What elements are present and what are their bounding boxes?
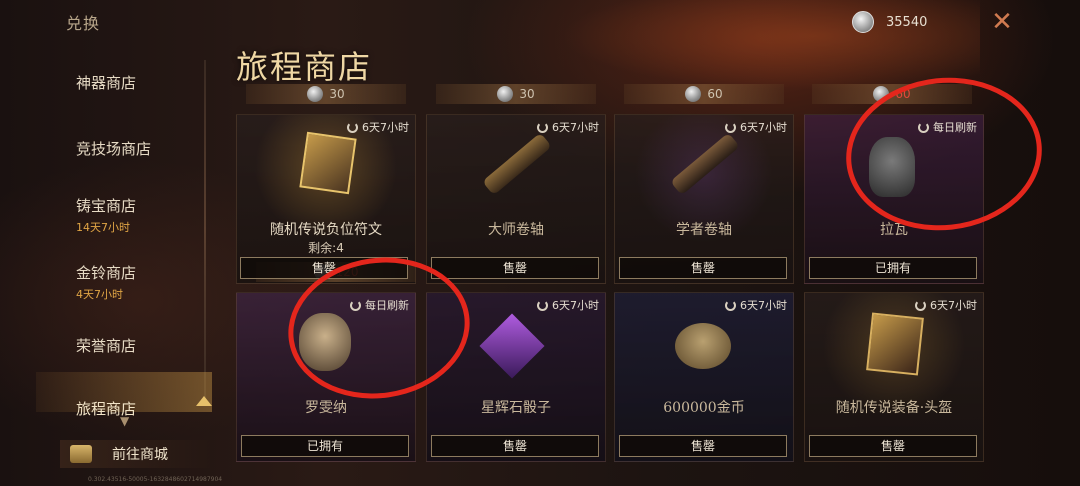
refresh-icon xyxy=(725,299,736,311)
close-icon[interactable]: ✕ xyxy=(990,9,1014,35)
silver-coin-icon xyxy=(307,86,324,102)
item-remaining: 剩余:4 xyxy=(308,241,344,255)
price-value: 30 xyxy=(519,87,535,101)
refresh-timer: 6天7小时 xyxy=(537,119,599,135)
timer-text: 6天7小时 xyxy=(362,121,409,134)
silver-coin-icon xyxy=(685,86,702,102)
sold-out-button[interactable]: 售罄 xyxy=(619,435,787,457)
item-name: 星辉石骰子 xyxy=(481,400,551,416)
refresh-timer: 6天7小时 xyxy=(915,297,977,313)
item-name: 600000金币 xyxy=(663,400,745,416)
sold-out-button[interactable]: 售罄 xyxy=(431,435,599,457)
refresh-icon xyxy=(537,299,548,311)
refresh-icon xyxy=(347,121,358,133)
item-name: 罗雯纳 xyxy=(305,400,347,416)
sidebar-item-timer: 14天7小时 xyxy=(76,221,130,234)
sidebar-item-timer: 4天7小时 xyxy=(76,288,123,301)
currency-value: 35540 xyxy=(886,14,928,30)
mall-icon xyxy=(70,445,92,463)
timer-text: 6天7小时 xyxy=(552,121,599,134)
item-name: 随机传说负位符文 xyxy=(270,222,382,238)
chevron-down-icon: ▼ xyxy=(120,414,130,428)
sidebar-item-label: 竞技场商店 xyxy=(76,140,152,158)
owned-button[interactable]: 已拥有 xyxy=(809,257,977,279)
refresh-timer: 6天7小时 xyxy=(725,297,787,313)
refresh-icon xyxy=(537,121,548,133)
item-name: 大师卷轴 xyxy=(488,222,544,238)
go-to-mall-button[interactable]: 前往商城 xyxy=(60,440,210,468)
price-tag: 30 xyxy=(246,84,406,104)
refresh-timer: 6天7小时 xyxy=(347,119,409,135)
silver-coin-icon xyxy=(497,86,514,102)
breadcrumb: 兑换 xyxy=(66,14,101,33)
sold-out-button[interactable]: 售罄 xyxy=(431,257,599,279)
price-tag: 30 xyxy=(436,84,596,104)
price-tag: 60 xyxy=(624,84,784,104)
price-value: 30 xyxy=(329,87,345,101)
refresh-timer: 6天7小时 xyxy=(537,297,599,313)
silver-coin-icon xyxy=(852,11,874,33)
price-value: 60 xyxy=(707,87,723,101)
sidebar-item-artifact-shop[interactable]: 神器商店 xyxy=(76,72,226,93)
mall-button-label: 前往商城 xyxy=(112,447,168,463)
sidebar-item-bell-shop[interactable]: 金铃商店 4天7小时 xyxy=(76,262,226,302)
top-bar: 兑换 35540 ✕ xyxy=(0,0,1080,42)
gold-coins-icon xyxy=(675,323,731,369)
shop-item-card[interactable]: 6天7小时 随机传说装备·头盔 售罄 xyxy=(804,292,984,462)
refresh-timer: 6天7小时 xyxy=(725,119,787,135)
active-indicator xyxy=(196,396,212,406)
version-text: 0.302.43516-50005-163284860271498​7904 xyxy=(88,476,223,483)
sidebar-item-label: 荣誉商店 xyxy=(76,337,137,355)
sidebar-item-arena-shop[interactable]: 竞技场商店 xyxy=(76,138,226,159)
owned-button[interactable]: 已拥有 xyxy=(241,435,409,457)
sold-out-button[interactable]: 售罄 xyxy=(809,435,977,457)
page-title: 旅程商店 xyxy=(236,48,373,86)
sidebar-item-label: 铸宝商店 xyxy=(76,197,137,215)
shop-item-card[interactable]: 6天7小时 600000金币 售罄 xyxy=(614,292,794,462)
rune-icon xyxy=(299,131,357,195)
timer-text: 6天7小时 xyxy=(740,299,787,312)
refresh-icon xyxy=(915,299,926,311)
timer-text: 6天7小时 xyxy=(552,299,599,312)
sidebar-item-label: 金铃商店 xyxy=(76,264,137,282)
sidebar-item-label: 神器商店 xyxy=(76,74,137,92)
timer-text: 6天7小时 xyxy=(930,299,977,312)
sidebar-item-honor-shop[interactable]: 荣誉商店 xyxy=(76,335,226,356)
currency-display: 35540 xyxy=(852,11,927,33)
helmet-icon xyxy=(866,312,924,376)
sold-out-button[interactable]: 售罄 xyxy=(619,257,787,279)
item-name: 学者卷轴 xyxy=(676,222,732,238)
refresh-icon xyxy=(725,121,736,133)
item-name: 随机传说装备·头盔 xyxy=(835,400,953,416)
dice-icon xyxy=(479,313,545,379)
shop-item-card[interactable]: 6天7小时 大师卷轴 售罄 xyxy=(426,114,606,284)
sidebar-item-forge-shop[interactable]: 铸宝商店 14天7小时 xyxy=(76,195,226,235)
timer-text: 6天7小时 xyxy=(740,121,787,134)
shop-item-card[interactable]: 6天7小时 学者卷轴 售罄 xyxy=(614,114,794,284)
